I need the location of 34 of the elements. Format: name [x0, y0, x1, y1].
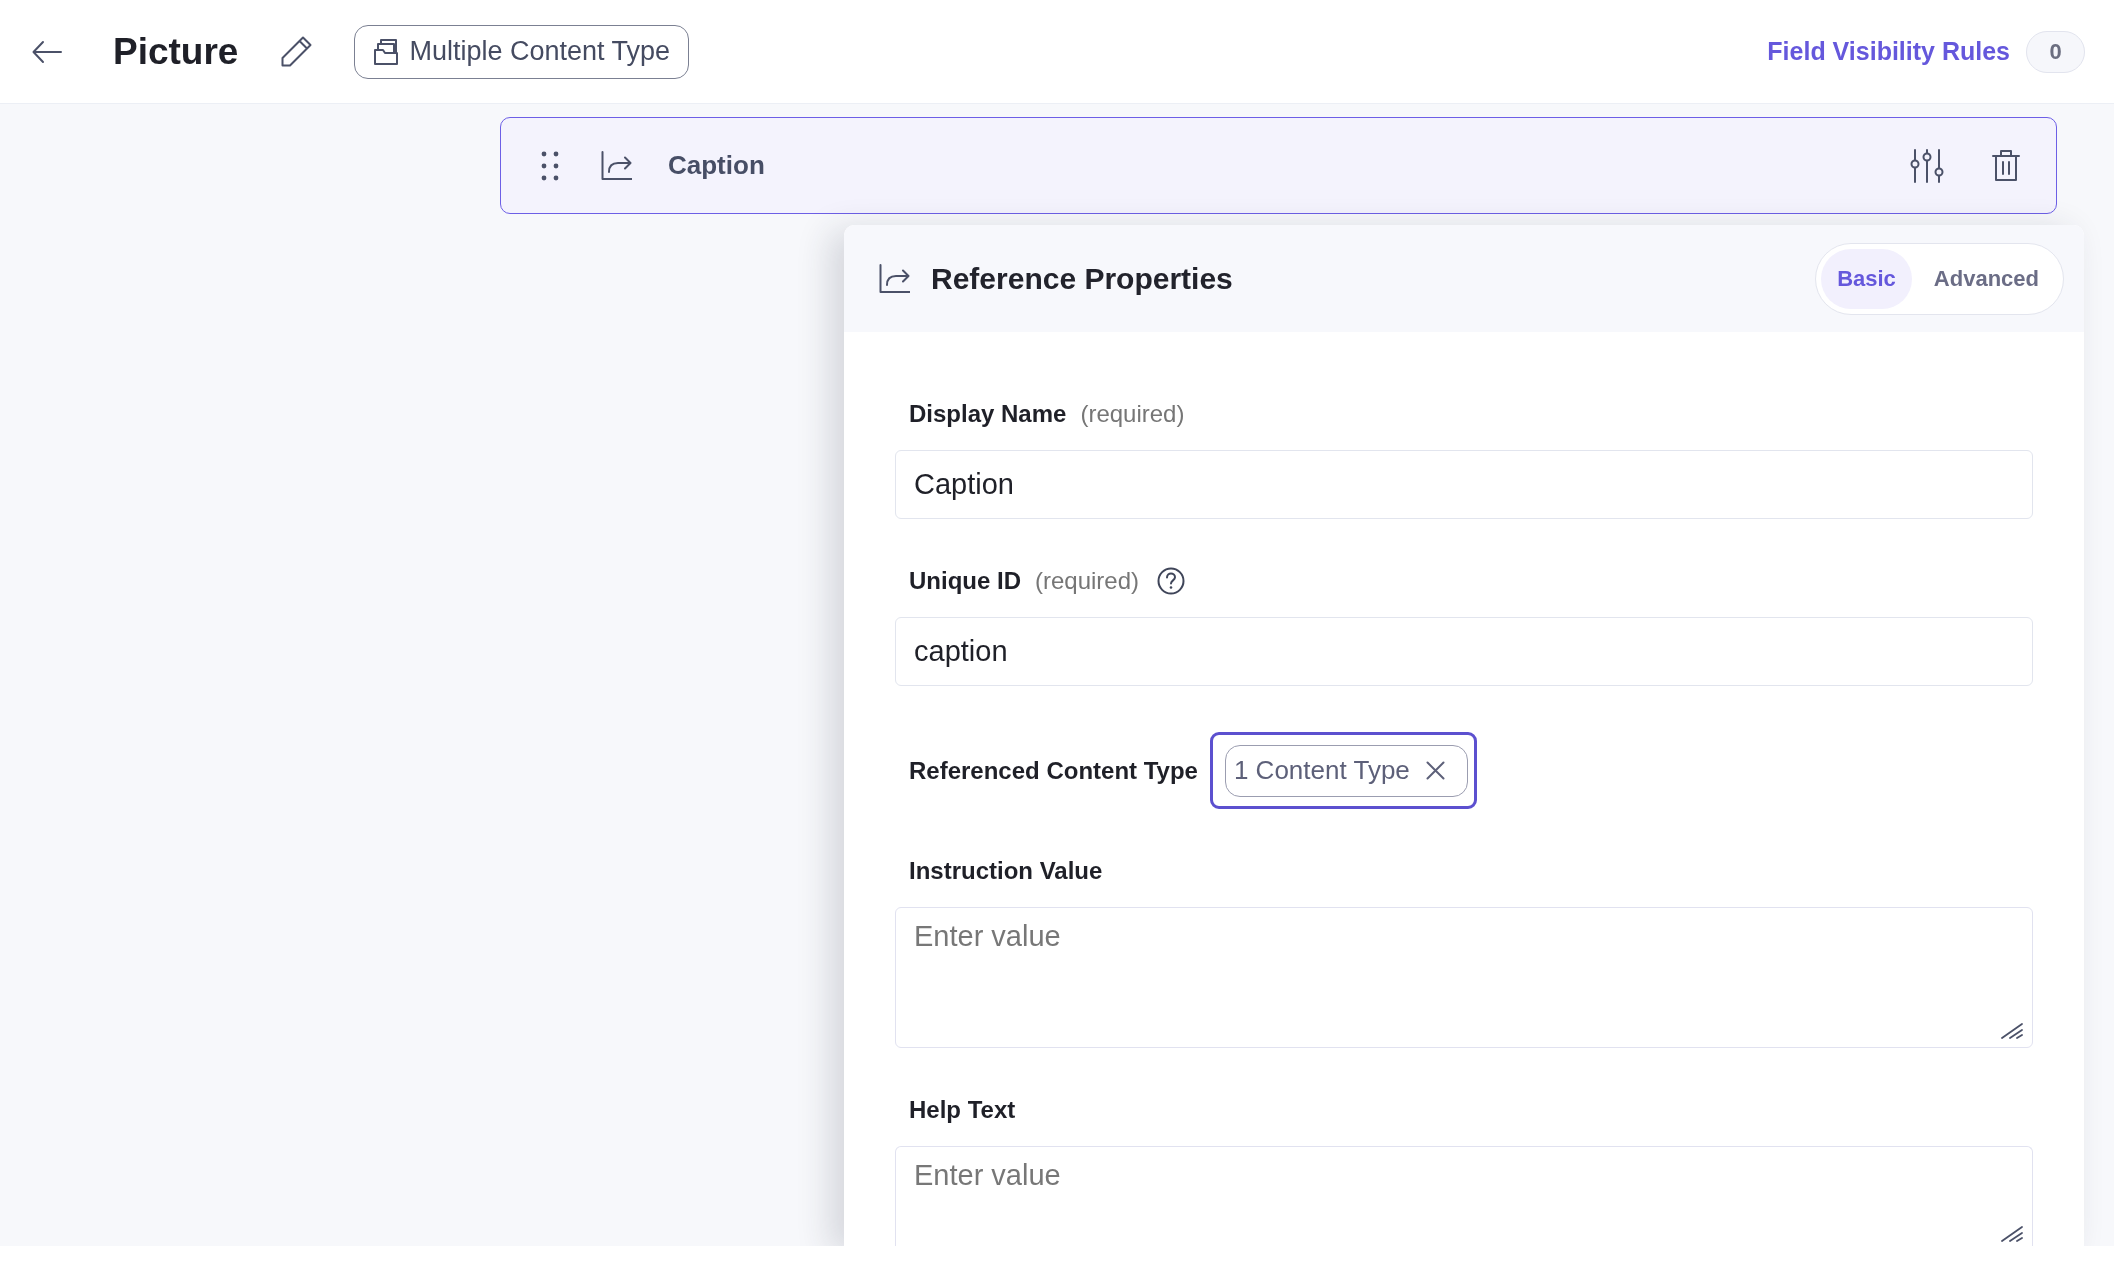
field-label: Instruction Value	[909, 857, 1103, 885]
reference-icon	[601, 151, 632, 180]
field-label: Unique ID	[909, 567, 1021, 595]
content-type-chip[interactable]: 1 Content Type	[1224, 744, 1468, 797]
resize-handle-icon[interactable]	[2001, 1021, 2023, 1039]
folders-icon	[373, 37, 400, 66]
reference-icon	[879, 264, 910, 293]
reference-select-field[interactable]: 1 Content Type	[1209, 732, 1477, 809]
text-input[interactable]: Caption	[895, 450, 2033, 519]
required-note: (required)	[1080, 400, 1185, 428]
field-label: Help Text	[909, 1096, 1016, 1124]
field-label: Referenced Content Type	[909, 756, 1198, 785]
tab[interactable]: Advanced	[1917, 248, 2055, 309]
count-badge: 0	[2026, 30, 2085, 73]
tab[interactable]: Basic	[1821, 248, 1912, 309]
close-icon[interactable]	[1425, 761, 1445, 780]
content-type-button[interactable]: Multiple Content Type	[354, 24, 690, 79]
sliders-icon[interactable]	[1910, 148, 1944, 183]
panel-title: Reference Properties	[931, 261, 1233, 296]
help-icon[interactable]	[1157, 567, 1186, 595]
text-area-field[interactable]: Enter value	[895, 1146, 2033, 1246]
field-label: Display Name	[909, 400, 1067, 428]
page-title: Picture	[113, 30, 239, 73]
resize-handle-icon[interactable]	[2001, 1224, 2023, 1242]
drag-handle-icon[interactable]	[541, 150, 559, 181]
trash-icon[interactable]	[1992, 149, 2020, 182]
visibility-rules-link[interactable]: Field Visibility Rules	[1767, 37, 2010, 66]
required-note: (required)	[1035, 567, 1140, 595]
field-name: Caption	[668, 150, 765, 181]
back-arrow-icon[interactable]	[32, 39, 63, 64]
text-area-field[interactable]: Enter value	[895, 907, 2033, 1048]
field-row[interactable]: Caption	[500, 117, 2057, 214]
text-input[interactable]: caption	[895, 617, 2033, 686]
pencil-icon[interactable]	[280, 36, 313, 67]
